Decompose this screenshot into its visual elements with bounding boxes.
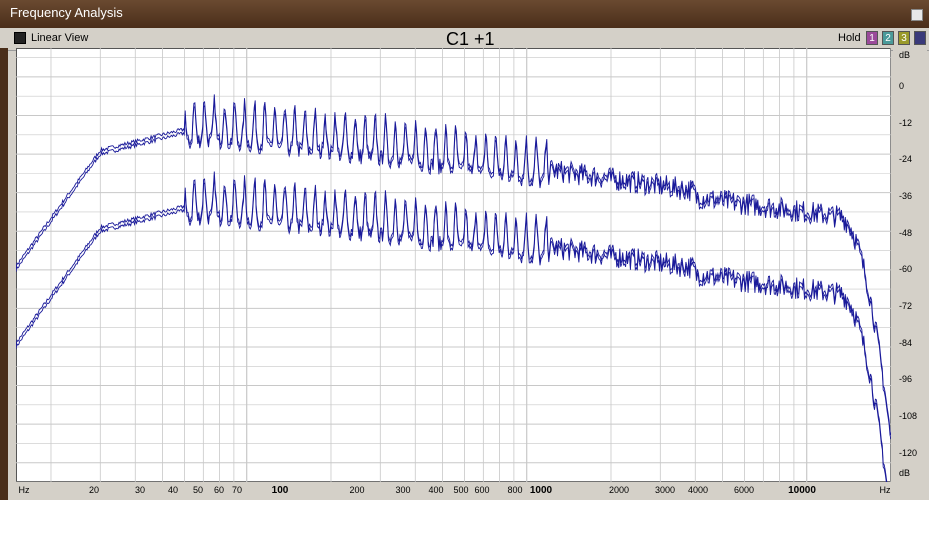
hold-button-1[interactable]: 1 (866, 31, 878, 45)
y-tick: 0 (899, 81, 905, 91)
channel-label: C1 +1 (446, 29, 495, 49)
y-tick: -48 (899, 228, 913, 238)
window-left-border (0, 48, 8, 500)
y-tick: -72 (899, 301, 913, 311)
spectrum-trace-upper-a (16, 98, 891, 440)
x-tick: 30 (134, 485, 146, 495)
y-tick: -36 (899, 191, 913, 201)
y-tick: -96 (899, 374, 913, 384)
window-title: Frequency Analysis (10, 5, 123, 20)
window-control-button[interactable] (911, 9, 923, 21)
x-axis: Hz 20 30 40 50 60 70 100 200 300 400 500… (16, 482, 891, 498)
x-tick: 300 (395, 485, 411, 495)
y-tick: -24 (899, 154, 913, 164)
x-tick: 70 (231, 485, 243, 495)
y-tick: -12 (899, 118, 913, 128)
spectrum-trace-lower-b (16, 171, 888, 482)
x-axis-unit-right: Hz (879, 485, 891, 495)
x-tick: 200 (349, 485, 365, 495)
x-tick: 50 (192, 485, 204, 495)
x-tick: 3000 (654, 485, 676, 495)
y-axis: dB 0 -12 -24 -36 -48 -60 -72 -84 -96 -10… (893, 48, 927, 482)
x-tick: 4000 (687, 485, 709, 495)
x-tick: 20 (88, 485, 100, 495)
x-tick: 500 (453, 485, 469, 495)
spectrum-trace-lower-a (16, 175, 887, 482)
hold-button-4[interactable] (914, 31, 926, 45)
linear-view-icon[interactable] (14, 32, 26, 44)
y-tick: -84 (899, 338, 913, 348)
spectrum-plot[interactable] (16, 48, 891, 482)
y-tick: -60 (899, 264, 913, 274)
x-tick: 10000 (788, 485, 816, 496)
x-tick: 400 (428, 485, 444, 495)
hold-button-3[interactable]: 3 (898, 31, 910, 45)
x-tick: 1000 (529, 485, 553, 496)
y-tick: -120 (899, 448, 918, 458)
x-tick: 60 (213, 485, 225, 495)
hold-label: Hold (838, 32, 861, 44)
linear-view-toggle[interactable]: Linear View (31, 32, 88, 44)
hold-button-2[interactable]: 2 (882, 31, 894, 45)
frequency-analysis-window: Frequency Analysis Linear View C1 +1 Hol… (0, 0, 929, 500)
spectrum-trace-upper-b (16, 94, 891, 436)
x-tick: 2000 (608, 485, 630, 495)
x-tick: 40 (167, 485, 179, 495)
y-axis-unit-top: dB (899, 50, 911, 60)
y-tick: -108 (899, 411, 918, 421)
x-axis-unit-left: Hz (18, 485, 30, 495)
title-bar[interactable]: Frequency Analysis (0, 0, 929, 28)
x-tick: 800 (507, 485, 523, 495)
x-tick: 100 (271, 485, 289, 496)
x-tick: 600 (474, 485, 490, 495)
x-tick: 6000 (733, 485, 755, 495)
y-axis-unit-bottom: dB (899, 468, 911, 478)
